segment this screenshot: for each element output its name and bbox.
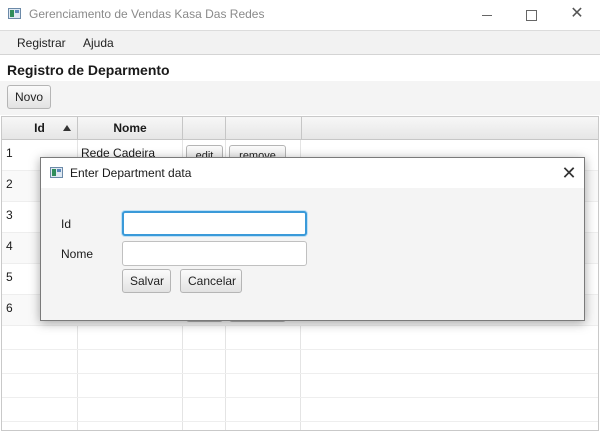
table-header: Id Nome [2,117,598,140]
toolbar: Novo [0,81,600,115]
column-header-remove[interactable] [226,117,302,140]
empty-row [2,398,598,422]
menu-bar: Registrar Ajuda [0,30,600,55]
sort-ascending-icon [63,125,71,131]
cell-id: 3 [6,208,13,222]
dialog-title: Enter Department data [70,166,192,180]
cancelar-button[interactable]: Cancelar [180,269,242,293]
salvar-button[interactable]: Salvar [122,269,171,293]
cell-id: 1 [6,146,13,160]
menu-registrar[interactable]: Registrar [17,36,66,50]
column-header-id[interactable]: Id [2,117,78,140]
minimize-button[interactable] [464,0,510,30]
column-header-id-label: Id [34,121,45,135]
window-titlebar: Gerenciamento de Vendas Kasa Das Redes ✕ [0,0,600,30]
column-header-edit[interactable] [183,117,226,140]
id-label: Id [61,217,72,231]
close-icon: ✕ [570,5,584,22]
app-icon [50,167,63,178]
close-icon: ✕ [561,163,577,183]
menu-ajuda[interactable]: Ajuda [83,36,114,50]
novo-button[interactable]: Novo [7,85,51,109]
cell-id: 5 [6,270,13,284]
dialog-close-button[interactable]: ✕ [556,161,582,185]
window-title: Gerenciamento de Vendas Kasa Das Redes [29,7,265,21]
cell-id: 6 [6,301,13,315]
close-button[interactable]: ✕ [554,0,600,30]
empty-row [2,374,598,398]
department-dialog: Enter Department data ✕ Id Nome Salvar C… [40,157,585,321]
column-header-nome[interactable]: Nome [78,117,183,140]
maximize-button[interactable] [508,0,554,30]
cell-id: 2 [6,177,13,191]
minimize-icon [482,14,492,16]
cell-id: 4 [6,239,13,253]
nome-label: Nome [61,247,94,261]
dialog-titlebar: Enter Department data ✕ [41,158,584,188]
empty-row [2,326,598,350]
page-title: Registro de Deparmento [7,62,170,78]
id-field[interactable] [122,211,307,236]
empty-row [2,350,598,374]
maximize-icon [525,9,537,21]
nome-field[interactable] [122,241,307,266]
app-icon [8,8,21,19]
